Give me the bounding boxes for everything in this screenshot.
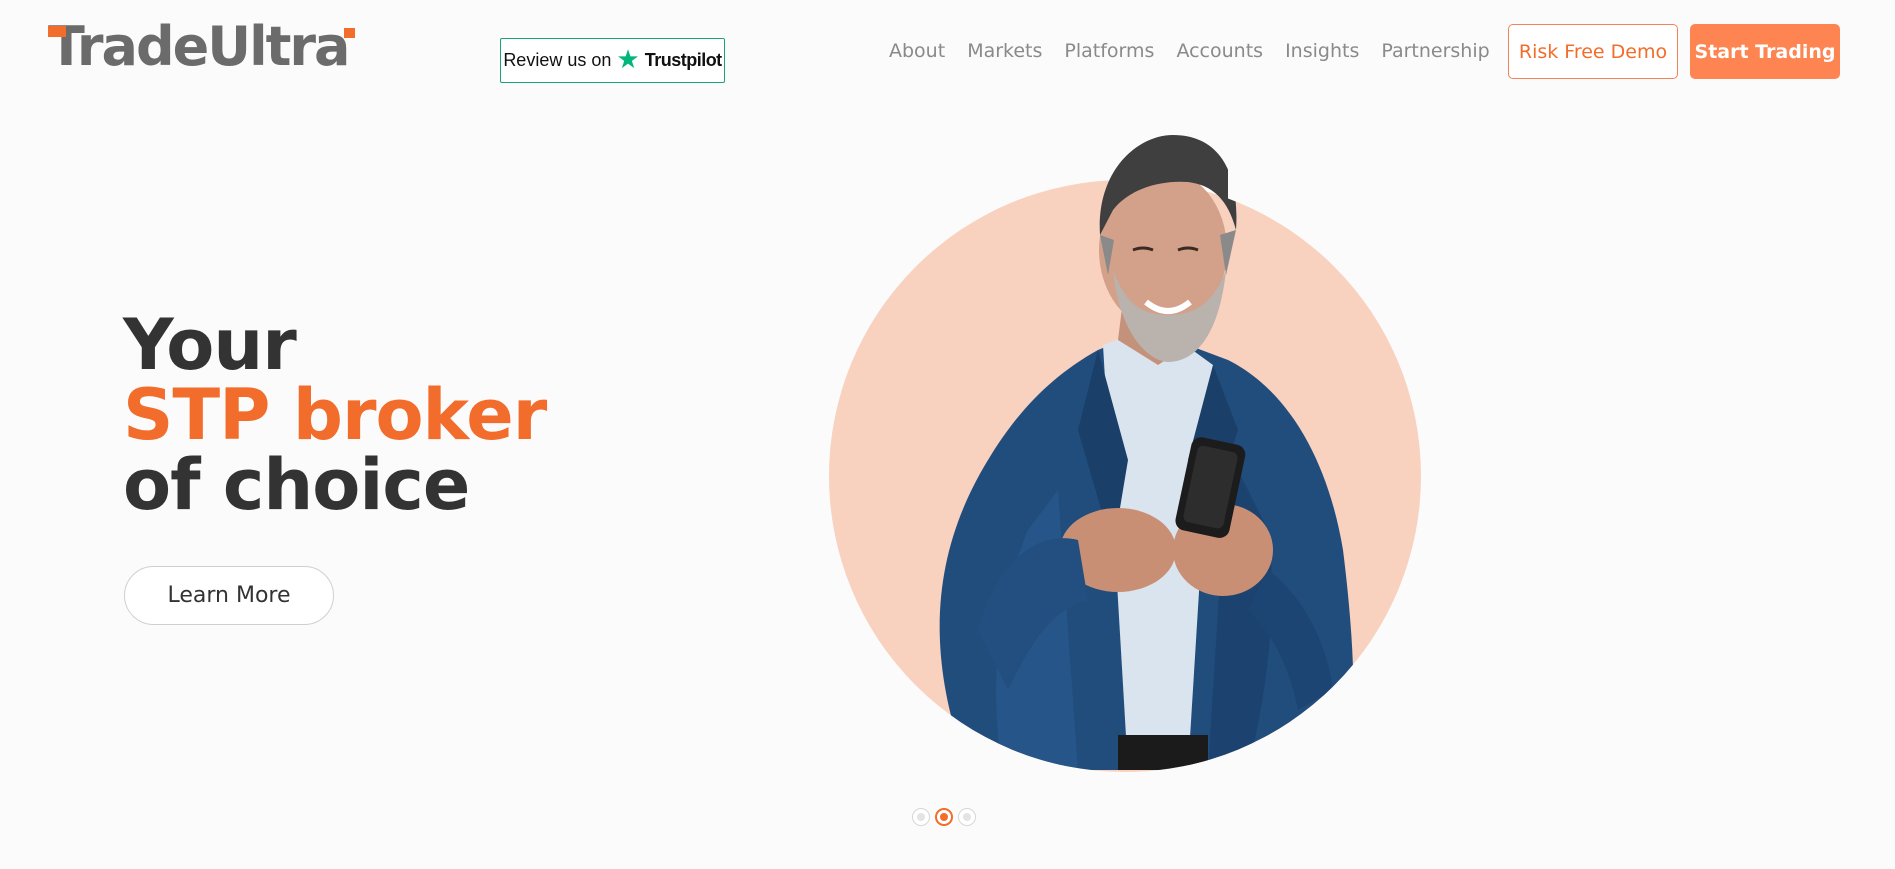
carousel-dot-1[interactable] [912,808,930,826]
trustpilot-review-badge[interactable]: Review us on ★ Trustpilot [500,38,725,83]
logo[interactable]: TradeUltra [48,15,355,78]
headline-line-2: STP broker [123,374,547,456]
logo-accent-mark-2 [344,28,355,38]
hero-headline: Your STP broker of choice [123,304,547,526]
trustpilot-brand: Trustpilot [644,50,723,70]
nav-accounts[interactable]: Accounts [1165,38,1274,64]
headline-line-3: of choice [123,444,470,526]
person-illustration [939,135,1354,770]
nav-platforms[interactable]: Platforms [1053,38,1165,64]
hero-image [828,130,1428,780]
risk-free-demo-button[interactable]: Risk Free Demo [1508,24,1678,79]
star-icon: ★ [616,43,640,74]
carousel-dot-3[interactable] [958,808,976,826]
nav-insights[interactable]: Insights [1274,38,1370,64]
carousel-dots [912,808,976,826]
start-trading-button[interactable]: Start Trading [1690,24,1840,79]
nav-partnership[interactable]: Partnership [1370,38,1500,64]
carousel-dot-2[interactable] [935,808,953,826]
headline-line-1: Your [123,304,297,386]
nav-about[interactable]: About [878,38,956,64]
trustpilot-prefix: Review us on [503,50,612,70]
logo-accent-mark [48,26,66,37]
main-nav: About Markets Platforms Accounts Insight… [878,38,1501,64]
logo-text: TradeUltra [48,15,350,78]
nav-markets[interactable]: Markets [956,38,1053,64]
learn-more-button[interactable]: Learn More [124,566,334,625]
